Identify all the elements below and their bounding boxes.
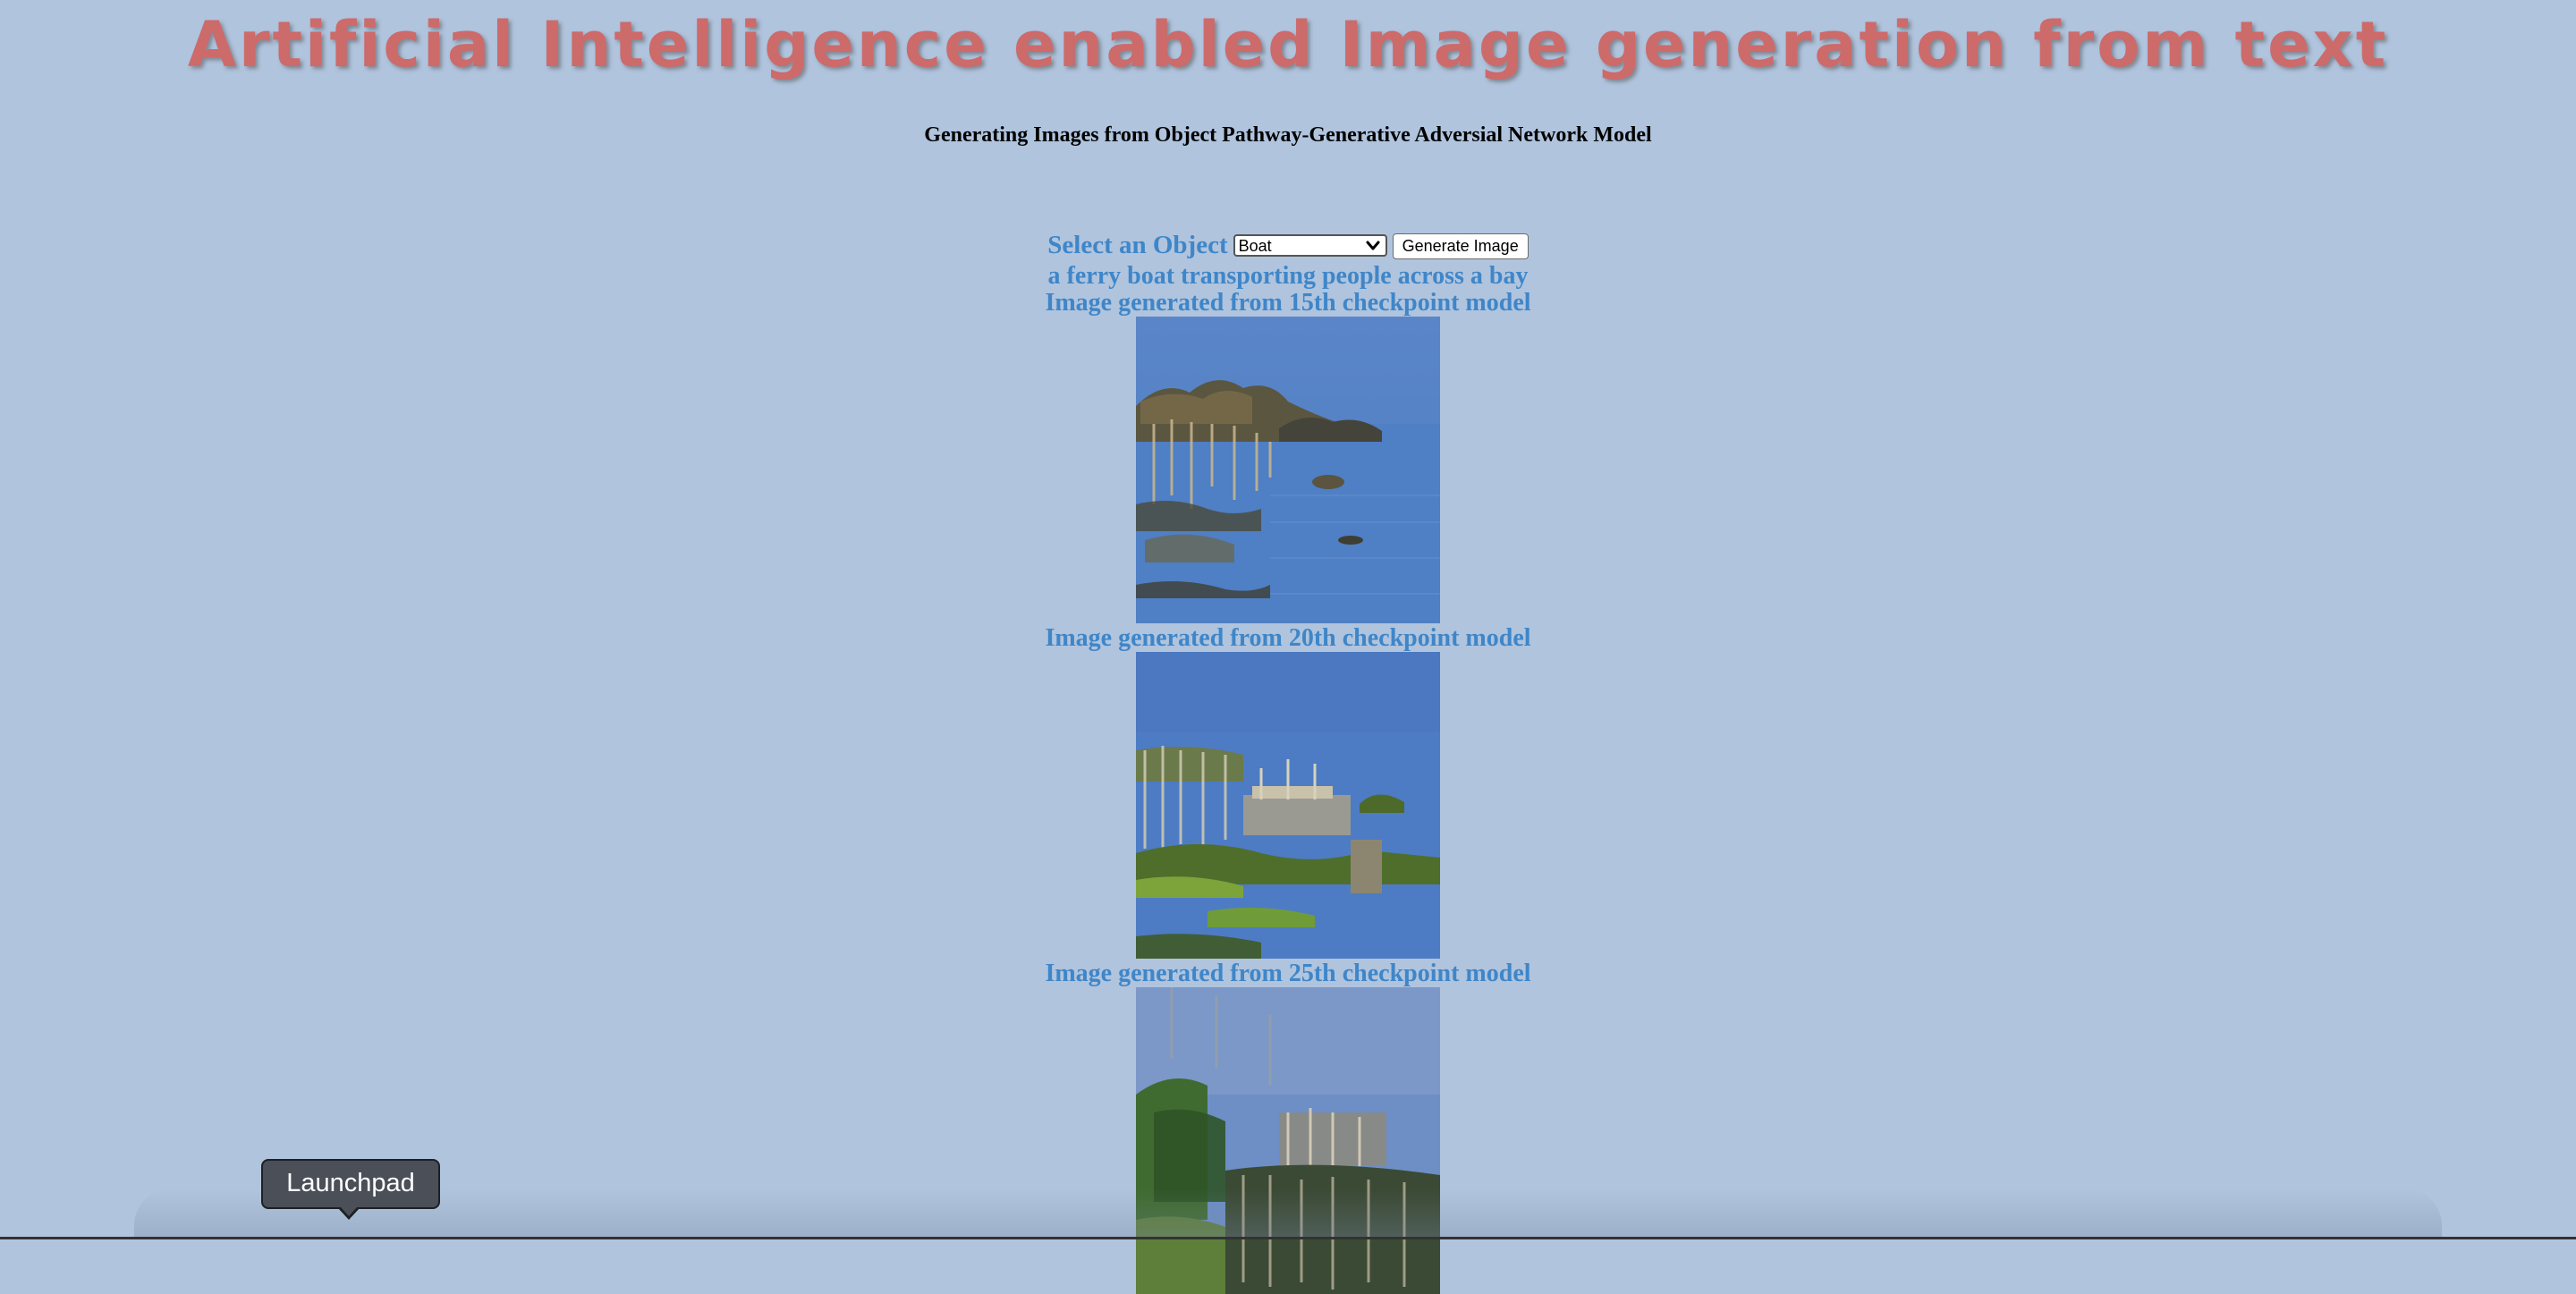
dock-shadow: [134, 1189, 2442, 1239]
object-select[interactable]: Boat: [1233, 233, 1387, 257]
generated-image-25: [1136, 987, 1440, 1294]
chevron-down-icon: [1366, 241, 1380, 249]
main-content: Select an Object Boat Generate Image a f…: [0, 227, 2576, 1294]
object-form: Select an Object Boat Generate Image: [1047, 227, 1529, 263]
generate-image-button[interactable]: Generate Image: [1392, 233, 1529, 259]
generated-image-20: [1136, 652, 1440, 959]
image-caption-15: Image generated from 15th checkpoint mod…: [1045, 289, 1531, 317]
image-caption-20: Image generated from 20th checkpoint mod…: [1045, 624, 1531, 652]
launchpad-tooltip-arrow-inner: [340, 1206, 358, 1216]
page-title: Artificial Intelligence enabled Image ge…: [187, 8, 2389, 81]
object-select-value: Boat: [1238, 236, 1272, 255]
generated-image-15: [1136, 317, 1440, 623]
select-object-label: Select an Object: [1047, 230, 1228, 259]
image-caption-25: Image generated from 25th checkpoint mod…: [1045, 960, 1531, 987]
launchpad-tooltip: Launchpad: [261, 1159, 440, 1209]
prompt-text: a ferry boat transporting people across …: [1047, 262, 1529, 290]
page-subtitle: Generating Images from Object Pathway-Ge…: [924, 123, 1652, 147]
